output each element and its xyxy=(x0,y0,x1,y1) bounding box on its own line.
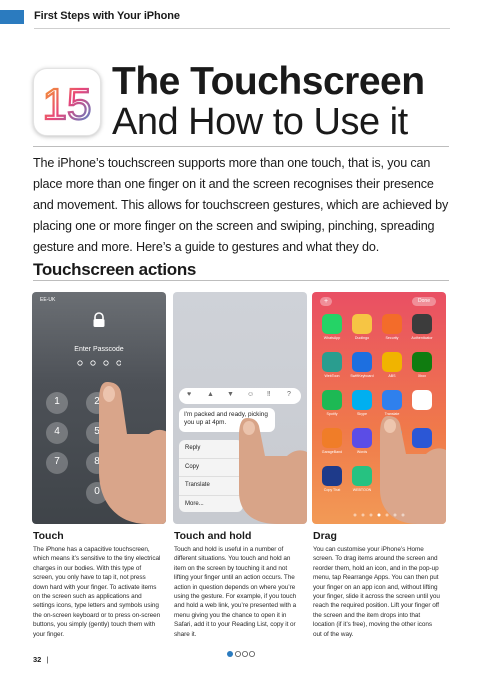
app-icon[interactable] xyxy=(382,352,402,372)
question-icon[interactable]: ? xyxy=(287,391,291,398)
caption-touch: Touch xyxy=(33,530,64,542)
page-number-value: 32 xyxy=(33,655,42,664)
page-number-separator: | xyxy=(46,655,49,664)
done-button[interactable]: Done xyxy=(412,297,436,306)
app-icon[interactable] xyxy=(352,466,372,486)
finger-hand-image xyxy=(239,418,307,524)
app-icon[interactable] xyxy=(322,428,342,448)
haha-icon[interactable]: ☺ xyxy=(247,391,254,398)
app-icon[interactable] xyxy=(412,352,432,372)
intro-paragraph: The iPhone’s touchscreen supports more t… xyxy=(33,156,449,254)
running-header-title: First Steps with Your iPhone xyxy=(34,10,180,22)
app-label: SwiftKeyboard xyxy=(350,374,374,378)
page-title-line2: And How to Use it xyxy=(112,101,408,143)
finger-hand-image xyxy=(380,416,446,524)
app-icon[interactable] xyxy=(352,428,372,448)
reaction-bar: ♥ ▲ ▼ ☺ ‼ ? xyxy=(179,388,301,404)
page-indicator-dots xyxy=(227,651,255,657)
add-widget-button[interactable]: + xyxy=(320,297,332,306)
running-header: First Steps with Your iPhone xyxy=(0,0,480,29)
page-dots xyxy=(353,513,405,517)
chapter-number-graphic: 15 xyxy=(41,79,92,130)
app-icon[interactable] xyxy=(352,314,372,334)
app-icon[interactable] xyxy=(382,314,402,334)
body-touch-and-hold: Touch and hold is useful in a number of … xyxy=(174,546,297,638)
app-icon[interactable] xyxy=(352,352,372,372)
app-label: Security xyxy=(385,336,399,340)
key-1[interactable]: 1 xyxy=(46,392,68,414)
title-divider xyxy=(33,146,449,147)
key-4[interactable]: 4 xyxy=(46,422,68,444)
header-divider xyxy=(34,28,450,29)
app-label: GarageBand xyxy=(321,450,343,454)
body-touch: The iPhone has a capacitive touchscreen,… xyxy=(33,546,161,638)
app-icon[interactable] xyxy=(352,390,372,410)
page-title-line1: The Touchscreen xyxy=(112,60,425,103)
app-label: WhatsApp xyxy=(323,336,341,340)
section-divider xyxy=(33,280,449,281)
exclaim-icon[interactable]: ‼ xyxy=(267,391,271,398)
finger-hand-image xyxy=(99,382,166,524)
passcode-dots xyxy=(77,360,121,366)
app-icon[interactable] xyxy=(322,390,342,410)
app-label: WebToon xyxy=(324,374,340,378)
screenshot-touch-and-hold: ♥ ▲ ▼ ☺ ‼ ? I'm packed and ready, pickin… xyxy=(173,292,307,524)
app-icon[interactable] xyxy=(412,314,432,334)
heart-icon[interactable]: ♥ xyxy=(187,391,191,398)
page-number: 32 | xyxy=(33,655,48,664)
app-icon[interactable] xyxy=(382,390,402,410)
screenshot-drag: + Done WhatsApp Duolingo Security Authentic… xyxy=(312,292,446,524)
app-icon[interactable] xyxy=(322,314,342,334)
header-accent-bar xyxy=(0,10,24,24)
app-icon[interactable] xyxy=(322,466,342,486)
passcode-prompt: Enter Passcode xyxy=(74,346,124,353)
app-label: Duolingo xyxy=(354,336,370,340)
screenshot-touch: EE-UK Enter Passcode 1 2 4 5 7 8 0 xyxy=(32,292,166,524)
app-label: Xbox xyxy=(417,374,427,378)
key-7[interactable]: 7 xyxy=(46,452,68,474)
section-heading: Touchscreen actions xyxy=(33,260,197,279)
chapter-number: 15 xyxy=(43,80,92,129)
caption-drag: Drag xyxy=(313,530,337,542)
thumbs-up-icon[interactable]: ▲ xyxy=(207,391,214,398)
caption-touch-and-hold: Touch and hold xyxy=(174,530,252,542)
app-icon[interactable] xyxy=(322,352,342,372)
carrier-label: EE-UK xyxy=(40,297,56,303)
body-drag: You can customise your iPhone’s Home scr… xyxy=(313,546,440,638)
app-label: Copy That xyxy=(323,488,341,492)
lock-icon xyxy=(93,312,105,327)
app-label: Spotify xyxy=(326,412,338,416)
app-label: Authenticator xyxy=(411,336,433,340)
thumbs-down-icon[interactable]: ▼ xyxy=(227,391,234,398)
app-icon[interactable] xyxy=(412,390,432,410)
chapter-number-tile: 15 xyxy=(33,68,101,136)
app-label: ABS xyxy=(388,374,396,378)
